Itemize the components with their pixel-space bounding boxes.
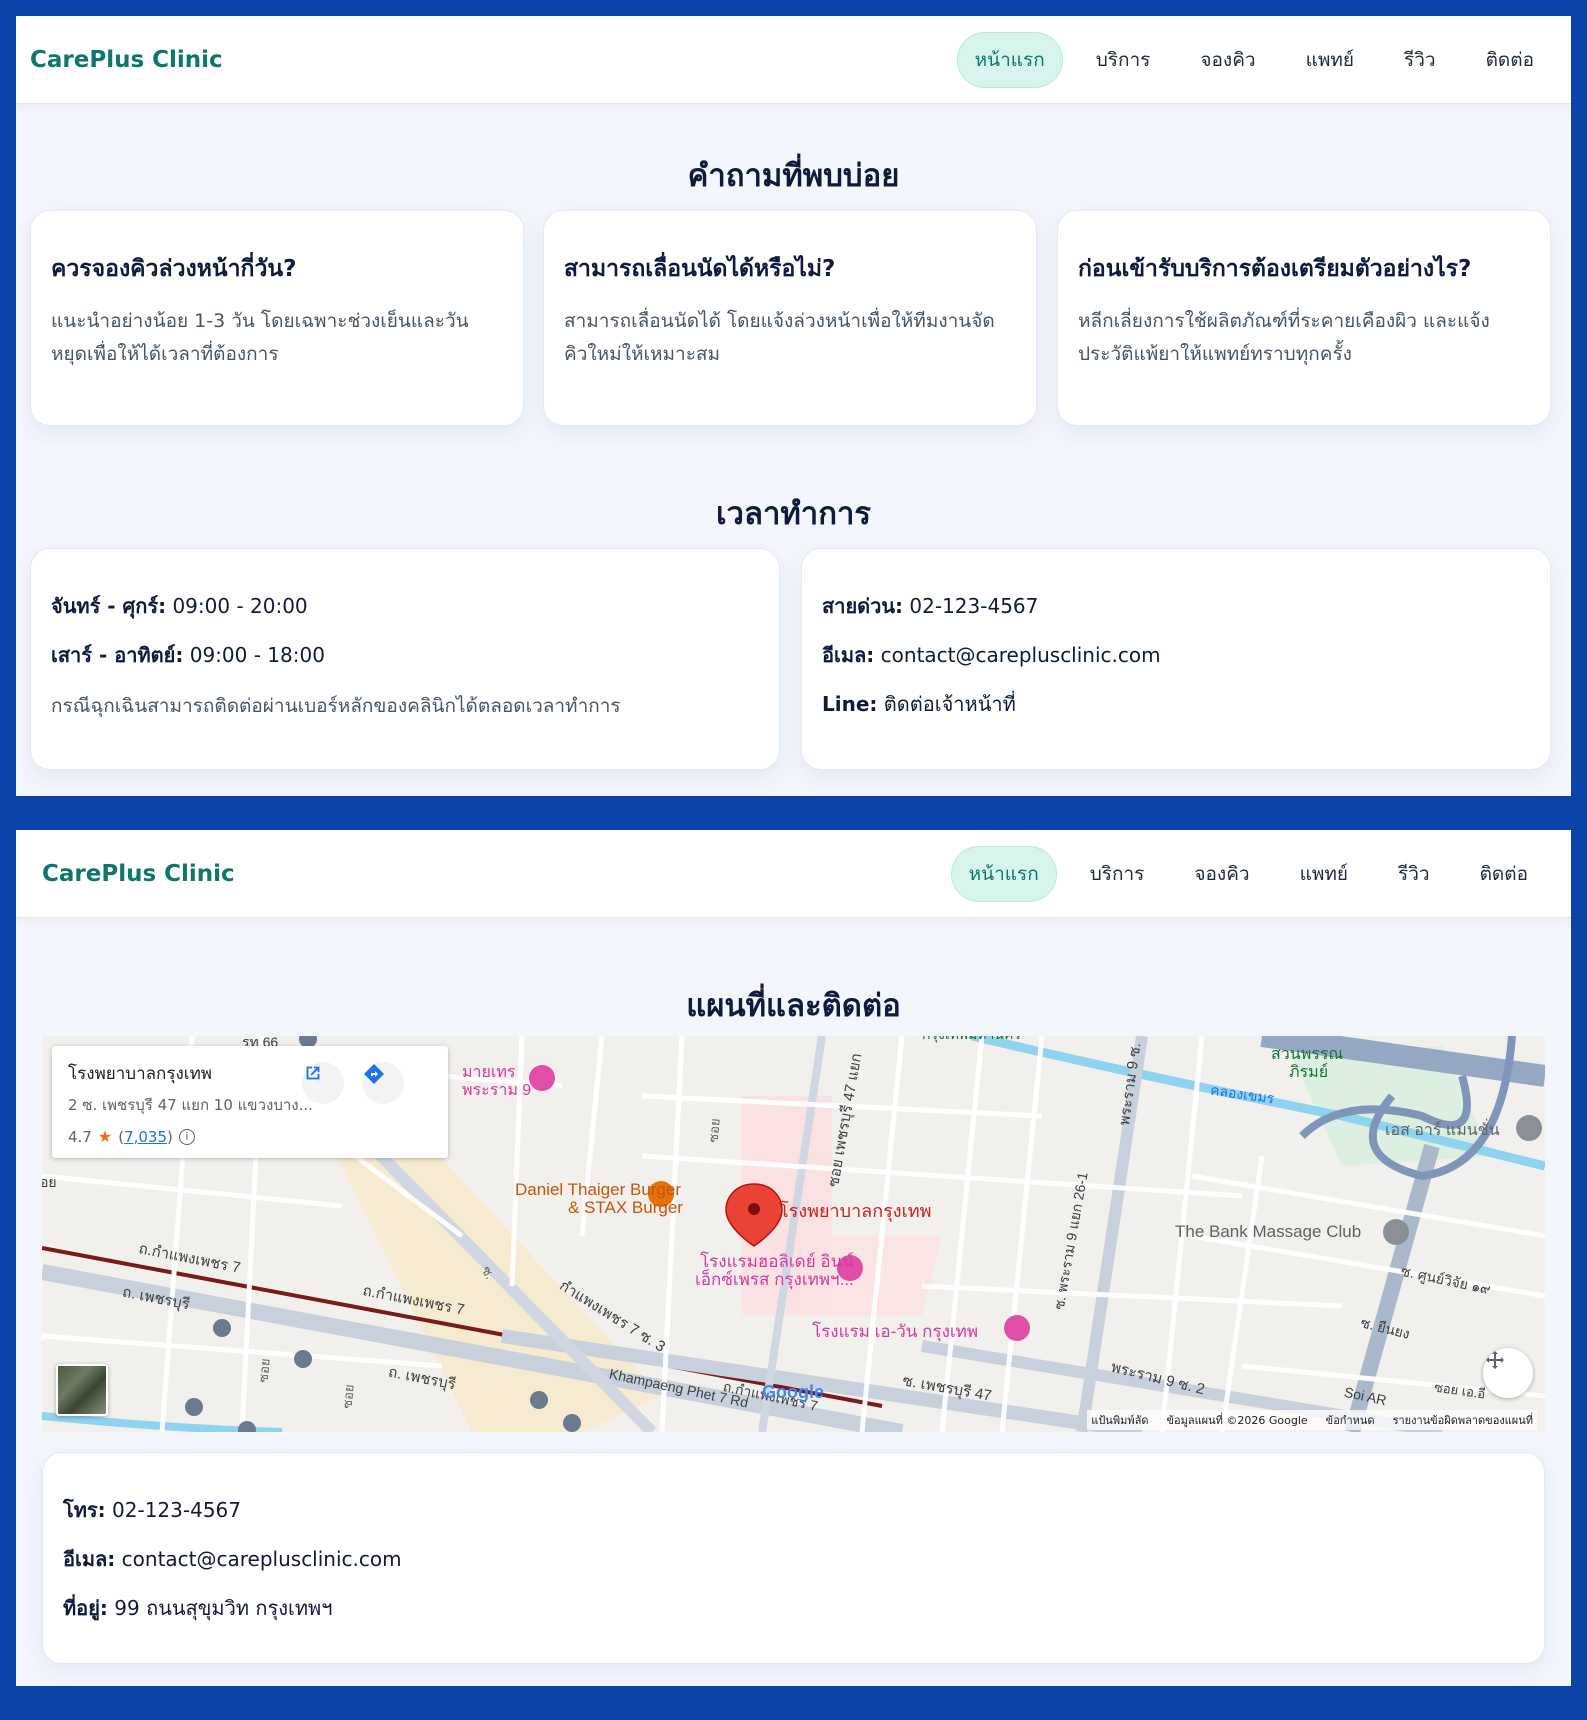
map-label-place[interactable]: เอส อาร์ แมนชั่น xyxy=(1385,1118,1500,1143)
brand-logo[interactable]: CarePlus Clinic xyxy=(30,47,223,73)
emergency-note: กรณีฉุกเฉินสามารถติดต่อผ่านเบอร์หลักของค… xyxy=(51,695,621,717)
bus-icon xyxy=(185,1398,203,1416)
line-contact: Line: ติดต่อเจ้าหน้าที่ xyxy=(822,692,1016,716)
place-address: 2 ซ. เพชรบุรี 47 แยก 10 แขวงบาง... xyxy=(68,1096,313,1114)
top-nav: CarePlus Clinic หน้าแรก บริการ จองคิว แพ… xyxy=(16,16,1571,104)
bus-icon xyxy=(530,1391,548,1409)
terms-link[interactable]: ข้อกำหนด xyxy=(1326,1411,1375,1429)
map-label-hotel[interactable]: โรงแรม เอ-วัน กรุงเทพ xyxy=(812,1318,978,1345)
open-in-maps-button[interactable] xyxy=(302,1062,344,1104)
keyboard-shortcuts-link[interactable]: แป้นพิมพ์ลัด xyxy=(1091,1411,1148,1429)
open-in-new-icon xyxy=(306,1066,320,1080)
address: ที่อยู่: 99 ถนนสุขุมวิท กรุงเทพฯ xyxy=(63,1596,333,1620)
nav-link-services[interactable]: บริการ xyxy=(1079,33,1168,87)
place-icon[interactable] xyxy=(1383,1219,1409,1245)
page-screenshot-bottom: CarePlus Clinic หน้าแรก บริการ จองคิว แพ… xyxy=(16,830,1571,1686)
map-label-burger[interactable]: Daniel Thaiger Burger xyxy=(515,1180,681,1200)
map-attribution: แป้นพิมพ์ลัด ข้อมูลแผนที่ ©2026 Google ข… xyxy=(1087,1410,1537,1430)
report-error-link[interactable]: รายงานข้อผิดพลาดของแผนที่ xyxy=(1393,1411,1533,1429)
page-screenshot-top: CarePlus Clinic หน้าแรก บริการ จองคิว แพ… xyxy=(16,16,1571,796)
map-label-hotel[interactable]: พระราม 9 xyxy=(462,1078,531,1103)
hotel-icon[interactable] xyxy=(529,1065,555,1091)
nav-link-home[interactable]: หน้าแรก xyxy=(956,31,1063,88)
nav-link-contact[interactable]: ติดต่อ xyxy=(1463,847,1545,901)
map-label-road: ซอย xyxy=(255,1357,273,1384)
place-icon[interactable] xyxy=(1516,1115,1542,1141)
bus-icon xyxy=(213,1319,231,1337)
contact-info-card: โทร: 02-123-4567 อีเมล: contact@careplus… xyxy=(42,1452,1545,1664)
nav-link-services[interactable]: บริการ xyxy=(1073,847,1162,901)
hours-title: เวลาทำการ xyxy=(715,496,872,532)
brand-logo[interactable]: CarePlus Clinic xyxy=(42,861,235,887)
info-icon[interactable]: i xyxy=(178,1128,195,1145)
hotel-icon[interactable] xyxy=(1004,1315,1030,1341)
map-data-credit: ข้อมูลแผนที่ ©2026 Google xyxy=(1166,1414,1308,1427)
place-rating: 4.7 ★ (7,035) i xyxy=(68,1127,432,1146)
email: อีเมล: contact@careplusclinic.com xyxy=(822,643,1161,667)
faq-card: สามารถเลื่อนนัดได้หรือไม่? สามารถเลื่อนน… xyxy=(543,210,1037,426)
nav-link-doctors[interactable]: แพทย์ xyxy=(1289,33,1371,87)
faq-answer: สามารถเลื่อนนัดได้ โดยแจ้งล่วงหน้าเพื่อใ… xyxy=(564,309,995,366)
map-label-hotel[interactable]: เอ็กซ์เพรส กรุงเทพฯ... xyxy=(695,1266,854,1293)
nav-link-home[interactable]: หน้าแรก xyxy=(950,845,1057,902)
faq-answer: แนะนำอย่างน้อย 1-3 วัน โดยเฉพาะช่วงเย็นแ… xyxy=(51,309,469,366)
nav-link-booking[interactable]: จองคิว xyxy=(1177,847,1266,901)
map-section-title: แผนที่และติดต่อ xyxy=(686,988,901,1024)
faq-question: ควรจองคิวล่วงหน้ากี่วัน? xyxy=(51,256,297,282)
phone: โทร: 02-123-4567 xyxy=(63,1498,241,1522)
satellite-toggle[interactable] xyxy=(56,1364,108,1416)
hours-card: จันทร์ - ศุกร์: 09:00 - 20:00 เสาร์ - อา… xyxy=(30,548,780,770)
embedded-map[interactable]: โรงพยาบาลกรุงเทพ Daniel Thaiger Burger &… xyxy=(42,1036,1545,1432)
contact-card: สายด่วน: 02-123-4567 อีเมล: contact@care… xyxy=(801,548,1551,770)
faq-question: สามารถเลื่อนนัดได้หรือไม่? xyxy=(564,256,836,282)
nav-link-contact[interactable]: ติดต่อ xyxy=(1469,33,1551,87)
map-label-road: ซอย xyxy=(339,1383,357,1410)
map-label-place: กรุงเทพมหานคร xyxy=(922,1036,1021,1046)
review-count-link[interactable]: 7,035 xyxy=(124,1128,167,1146)
place-info-card[interactable]: โรงพยาบาลกรุงเทพ 2 ซ. เพชรบุรี 47 แยก 10… xyxy=(52,1046,448,1158)
directions-button[interactable] xyxy=(362,1062,404,1104)
bus-icon xyxy=(563,1414,581,1432)
directions-icon xyxy=(364,1064,384,1084)
map-label-road: อย xyxy=(42,1174,57,1190)
nav-links: หน้าแรก บริการ จองคิว แพทย์ รีวิว ติดต่อ xyxy=(956,31,1551,88)
fullscreen-button[interactable] xyxy=(1483,1348,1533,1398)
hotline: สายด่วน: 02-123-4567 xyxy=(822,594,1039,618)
map-label-road: ซอย xyxy=(705,1117,723,1144)
top-nav: CarePlus Clinic หน้าแรก บริการ จองคิว แพ… xyxy=(16,830,1571,918)
nav-link-reviews[interactable]: รีวิว xyxy=(1381,847,1447,901)
google-logo: Google xyxy=(762,1382,824,1402)
weekend-hours: เสาร์ - อาทิตย์: 09:00 - 18:00 xyxy=(51,643,325,667)
weekday-hours: จันทร์ - ศุกร์: 09:00 - 20:00 xyxy=(51,594,308,618)
faq-answer: หลีกเลี่ยงการใช้ผลิตภัณฑ์ที่ระคายเคืองผิ… xyxy=(1078,309,1490,366)
faq-question: ก่อนเข้ารับบริการต้องเตรียมตัวอย่างไร? xyxy=(1078,256,1472,282)
nav-links: หน้าแรก บริการ จองคิว แพทย์ รีวิว ติดต่อ xyxy=(950,845,1545,902)
map-label-burger[interactable]: & STAX Burger xyxy=(568,1198,683,1218)
bus-icon xyxy=(294,1350,312,1368)
map-label-park: ภิรมย์ xyxy=(1289,1064,1329,1081)
map-label-place[interactable]: The Bank Massage Club xyxy=(1175,1222,1361,1242)
email: อีเมล: contact@careplusclinic.com xyxy=(63,1547,402,1571)
faq-card: ก่อนเข้ารับบริการต้องเตรียมตัวอย่างไร? ห… xyxy=(1057,210,1551,426)
map-label-hospital[interactable]: โรงพยาบาลกรุงเทพ xyxy=(779,1196,931,1225)
faq-card: ควรจองคิวล่วงหน้ากี่วัน? แนะนำอย่างน้อย … xyxy=(30,210,524,426)
nav-link-booking[interactable]: จองคิว xyxy=(1183,33,1272,87)
star-icon: ★ xyxy=(97,1127,113,1146)
nav-link-reviews[interactable]: รีวิว xyxy=(1387,33,1453,87)
nav-link-doctors[interactable]: แพทย์ xyxy=(1283,847,1365,901)
faq-title: คำถามที่พบบ่อย xyxy=(687,158,900,194)
fullscreen-icon xyxy=(1486,1351,1504,1369)
